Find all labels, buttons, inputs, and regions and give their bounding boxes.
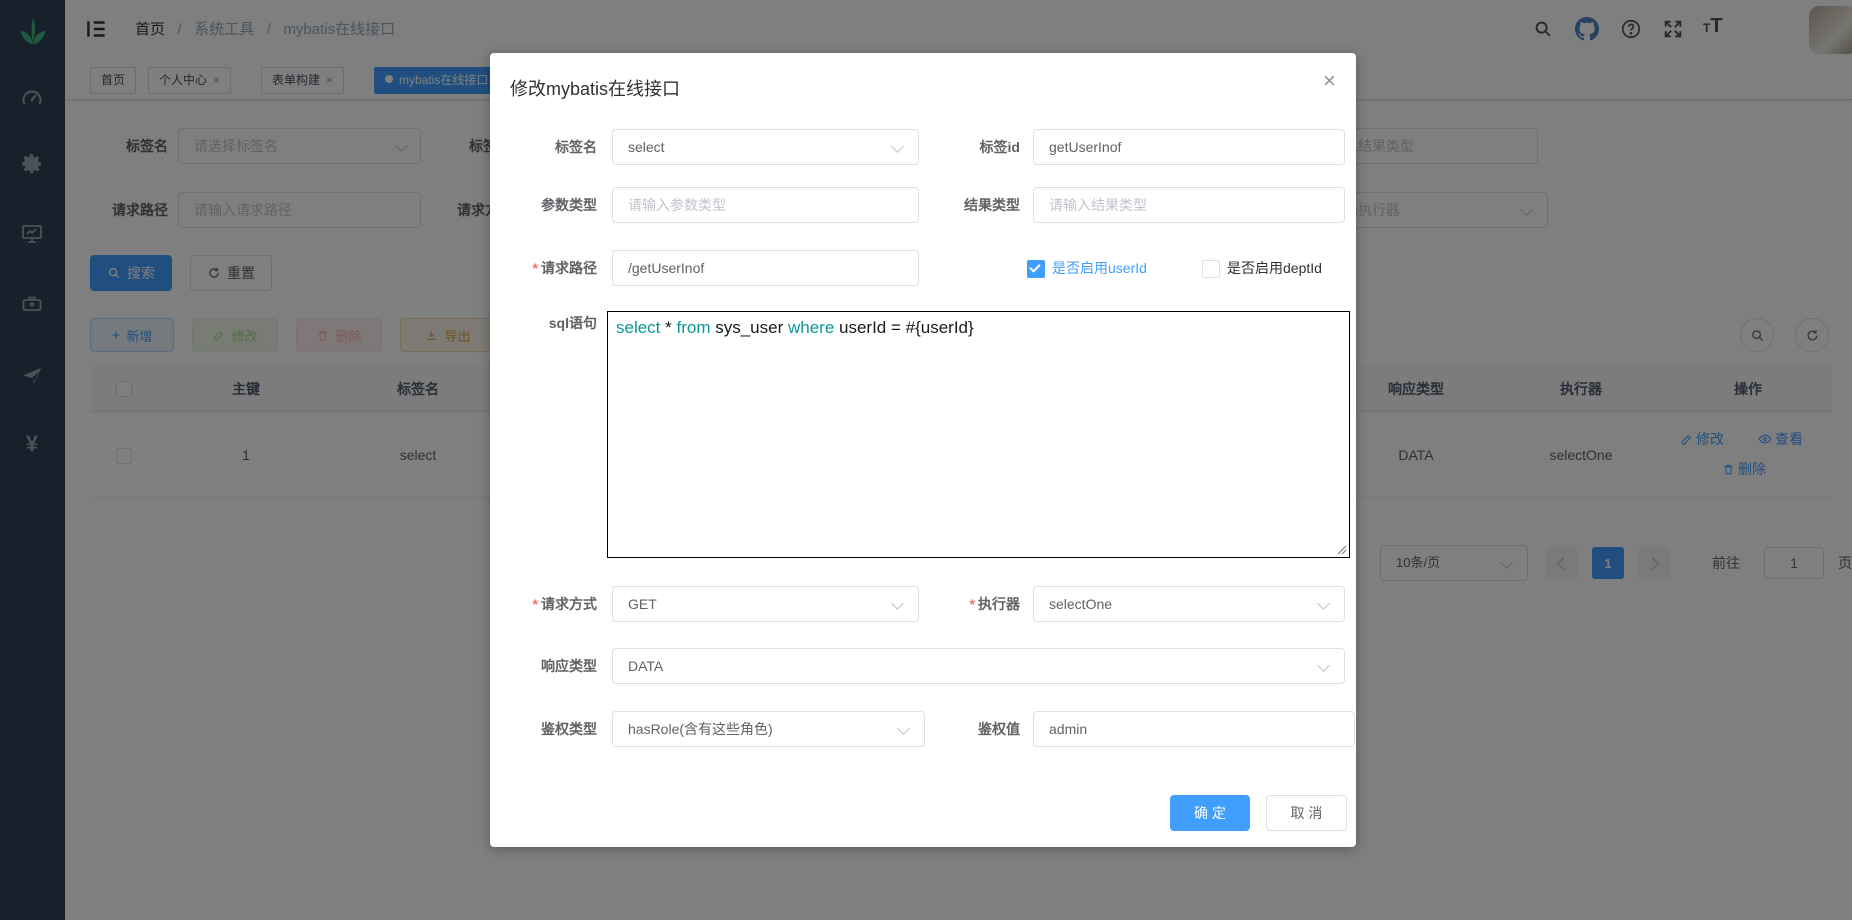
close-icon: ×	[1323, 68, 1336, 93]
tag-name-label: 标签名	[490, 129, 597, 165]
response-type-select[interactable]: DATA	[612, 648, 1345, 684]
param-type-label: 参数类型	[490, 187, 597, 223]
resize-handle-icon[interactable]	[1335, 543, 1347, 555]
app-root: ¥ 首页 / 系统工具 / mybatis在线接口 TT	[0, 0, 1852, 920]
tag-id-input[interactable]	[1033, 129, 1345, 165]
result-type-label: 结果类型	[870, 187, 1020, 223]
enable-deptid-label[interactable]: 是否启用deptId	[1227, 250, 1322, 286]
request-path-input[interactable]	[612, 250, 919, 286]
dialog-title: 修改mybatis在线接口	[510, 77, 680, 101]
cancel-button[interactable]: 取 消	[1266, 795, 1347, 831]
request-method-label: *请求方式	[490, 586, 597, 622]
confirm-button[interactable]: 确 定	[1170, 795, 1250, 831]
enable-userid-label[interactable]: 是否启用userId	[1052, 250, 1147, 286]
auth-type-label: 鉴权类型	[490, 711, 597, 747]
executor-select[interactable]: selectOne	[1033, 586, 1345, 622]
response-type-label: 响应类型	[490, 648, 597, 684]
tag-id-label: 标签id	[870, 129, 1020, 165]
chevron-down-icon	[1317, 597, 1330, 610]
auth-value-input[interactable]	[1033, 711, 1355, 747]
edit-dialog: 修改mybatis在线接口 × 标签名 select 标签id 参数类型 结果类…	[490, 53, 1356, 847]
result-type-input[interactable]	[1033, 187, 1345, 223]
enable-deptid-checkbox[interactable]	[1202, 260, 1220, 278]
enable-userid-checkbox[interactable]	[1027, 260, 1045, 278]
sql-label: sql语句	[490, 305, 597, 341]
dialog-close-button[interactable]: ×	[1318, 63, 1341, 99]
chevron-down-icon	[1317, 659, 1330, 672]
executor-label: *执行器	[870, 586, 1020, 622]
auth-value-label: 鉴权值	[870, 711, 1020, 747]
request-path-label: *请求路径	[490, 250, 597, 286]
sql-textarea[interactable]: select * from sys_user where userId = #{…	[607, 311, 1350, 558]
